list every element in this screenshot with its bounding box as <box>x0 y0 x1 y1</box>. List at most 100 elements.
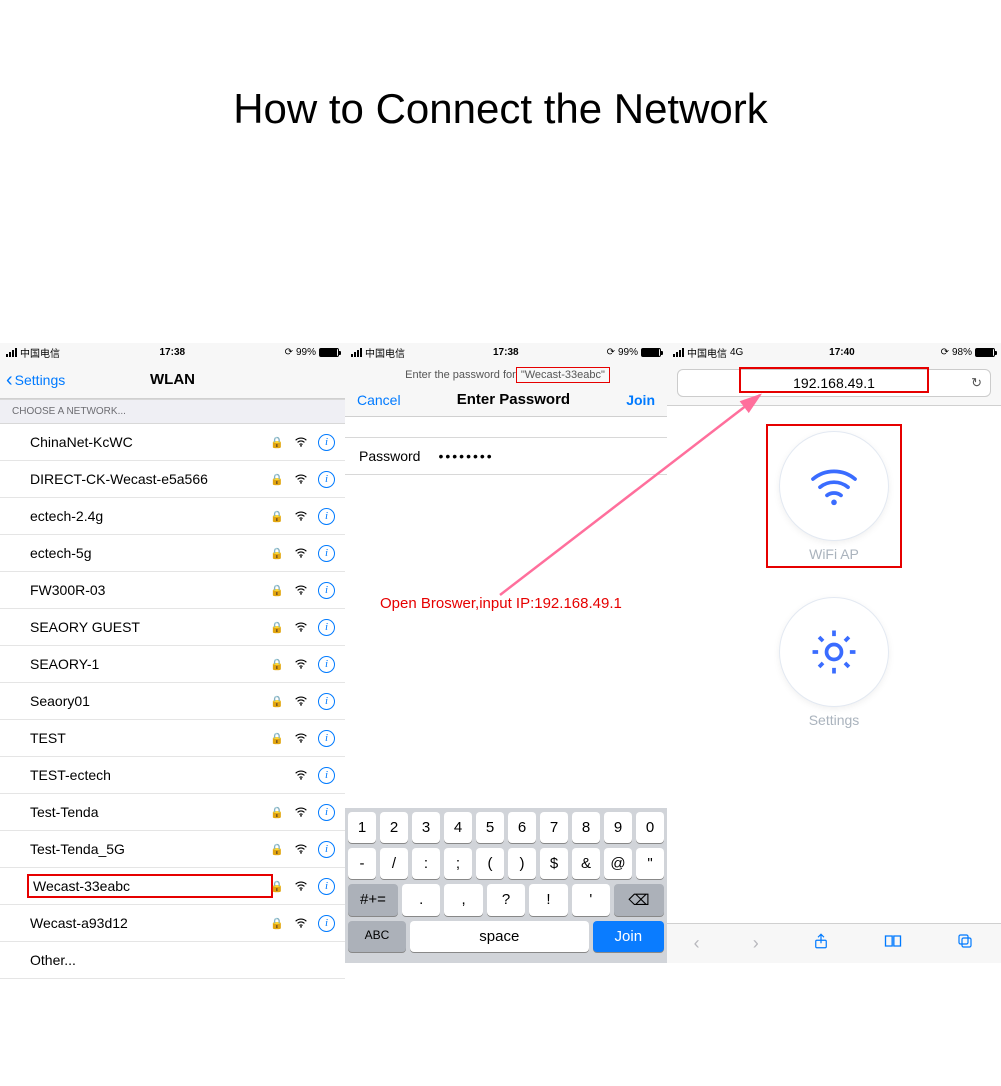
info-icon[interactable]: i <box>318 619 335 636</box>
network-row[interactable]: FW300R-03🔒i <box>0 572 345 609</box>
network-list[interactable]: ChinaNet-KcWC🔒iDIRECT-CK-Wecast-e5a566🔒i… <box>0 424 345 979</box>
lock-icon: 🔒 <box>270 621 284 634</box>
key[interactable]: 6 <box>508 812 536 843</box>
key-join[interactable]: Join <box>593 921 664 952</box>
keyboard[interactable]: 1234567890 -/:;()$&@" #+= .,?!' ⌫ ABC sp… <box>345 808 667 963</box>
network-name: Wecast-a93d12 <box>30 915 270 931</box>
share-icon[interactable] <box>812 932 830 955</box>
key[interactable]: & <box>572 848 600 879</box>
key[interactable]: 3 <box>412 812 440 843</box>
network-row[interactable]: Wecast-33eabc🔒i <box>0 868 345 905</box>
key[interactable]: ; <box>444 848 472 879</box>
clock: 17:40 <box>829 347 855 358</box>
network-row[interactable]: SEAORY-1🔒i <box>0 646 345 683</box>
info-icon[interactable]: i <box>318 471 335 488</box>
info-icon[interactable]: i <box>318 582 335 599</box>
network-name: DIRECT-CK-Wecast-e5a566 <box>30 471 270 487</box>
network-row[interactable]: DIRECT-CK-Wecast-e5a566🔒i <box>0 461 345 498</box>
info-icon[interactable]: i <box>318 545 335 562</box>
network-row[interactable]: SEAORY GUEST🔒 i <box>0 609 345 646</box>
info-icon[interactable]: i <box>318 878 335 895</box>
network-name: ChinaNet-KcWC <box>30 434 270 450</box>
key[interactable]: 0 <box>636 812 664 843</box>
password-value: •••••••• <box>438 448 493 464</box>
key[interactable]: 5 <box>476 812 504 843</box>
back-label: Settings <box>15 372 66 388</box>
key[interactable]: - <box>348 848 376 879</box>
prompt-prefix: Enter the password for <box>405 369 519 381</box>
network-row[interactable]: ectech-5g🔒i <box>0 535 345 572</box>
phone-enter-password: 中国电信 17:38 ⟳99% Enter the password for "… <box>345 343 667 963</box>
lock-icon: 🔒 <box>270 917 284 930</box>
network-name: SEAORY GUEST <box>30 619 270 635</box>
info-icon[interactable]: i <box>318 434 335 451</box>
key-space[interactable]: space <box>410 921 589 952</box>
cancel-button[interactable]: Cancel <box>357 392 401 408</box>
reload-icon[interactable]: ↻ <box>971 375 982 391</box>
info-icon[interactable]: i <box>318 656 335 673</box>
forward-icon[interactable]: › <box>753 933 759 954</box>
key[interactable]: 2 <box>380 812 408 843</box>
key[interactable]: ! <box>529 884 567 916</box>
info-icon[interactable]: i <box>318 841 335 858</box>
back-icon[interactable]: ‹ <box>694 933 700 954</box>
join-button[interactable]: Join <box>626 392 655 408</box>
network-row[interactable]: Other... <box>0 942 345 979</box>
settings-tile[interactable]: Settings <box>780 598 888 728</box>
info-icon[interactable]: i <box>318 693 335 710</box>
section-header: CHOOSE A NETWORK... <box>0 399 345 424</box>
lock-icon: 🔒 <box>270 436 284 449</box>
lock-icon: 🔒 <box>270 806 284 819</box>
info-icon[interactable]: i <box>318 730 335 747</box>
network-row[interactable]: Seaory01🔒i <box>0 683 345 720</box>
network-name: ectech-2.4g <box>30 508 270 524</box>
wifi-icon <box>294 693 308 709</box>
key[interactable]: 9 <box>604 812 632 843</box>
network-row[interactable]: ChinaNet-KcWC🔒 i <box>0 424 345 461</box>
password-field[interactable]: Password •••••••• <box>345 437 667 475</box>
settings-label: Settings <box>809 712 860 728</box>
network-row[interactable]: Test-Tenda🔒i <box>0 794 345 831</box>
info-icon[interactable]: i <box>318 767 335 784</box>
info-icon[interactable]: i <box>318 508 335 525</box>
key-abc[interactable]: ABC <box>348 921 406 952</box>
info-icon[interactable]: i <box>318 915 335 932</box>
info-icon[interactable]: i <box>318 804 335 821</box>
key-symbols[interactable]: #+= <box>348 884 398 916</box>
key-backspace[interactable]: ⌫ <box>614 884 664 916</box>
key[interactable]: ) <box>508 848 536 879</box>
tabs-icon[interactable] <box>956 932 974 955</box>
key[interactable]: . <box>402 884 440 916</box>
key[interactable]: @ <box>604 848 632 879</box>
key[interactable]: , <box>444 884 482 916</box>
network-row[interactable]: TEST🔒i <box>0 720 345 757</box>
back-button[interactable]: ‹Settings <box>6 372 65 388</box>
wifi-ap-label: WiFi AP <box>809 546 859 562</box>
network-row[interactable]: Test-Tenda_5G🔒i <box>0 831 345 868</box>
wifi-ap-tile[interactable]: WiFi AP <box>766 424 902 568</box>
key[interactable]: 4 <box>444 812 472 843</box>
key[interactable]: $ <box>540 848 568 879</box>
network-row[interactable]: ectech-2.4g🔒i <box>0 498 345 535</box>
wifi-icon <box>294 582 308 598</box>
navbar: Cancel Enter Password Join <box>345 385 667 417</box>
phone-wlan-list: 中国电信 17:38 ⟳99% ‹Settings WLAN CHOOSE A … <box>0 343 345 979</box>
lock-icon: 🔒 <box>270 695 284 708</box>
key[interactable]: / <box>380 848 408 879</box>
key[interactable]: ( <box>476 848 504 879</box>
key[interactable]: 8 <box>572 812 600 843</box>
signal-icon <box>673 348 684 357</box>
annotation-text: Open Broswer,input IP:192.168.49.1 <box>380 595 622 612</box>
key[interactable]: 1 <box>348 812 376 843</box>
wifi-icon <box>294 730 308 746</box>
network-row[interactable]: Wecast-a93d12🔒 i <box>0 905 345 942</box>
key[interactable]: ? <box>487 884 525 916</box>
bookmarks-icon[interactable] <box>883 933 903 954</box>
key[interactable]: " <box>636 848 664 879</box>
key[interactable]: 7 <box>540 812 568 843</box>
lock-icon: 🔒 <box>270 843 284 856</box>
wifi-icon <box>294 619 308 635</box>
key[interactable]: : <box>412 848 440 879</box>
key[interactable]: ' <box>572 884 610 916</box>
network-row[interactable]: TEST-ectechi <box>0 757 345 794</box>
